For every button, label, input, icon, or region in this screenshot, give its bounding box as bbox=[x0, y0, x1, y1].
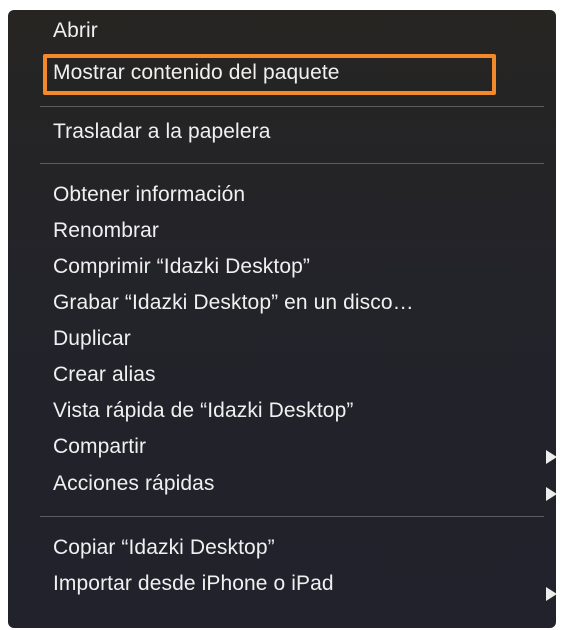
highlight-outline bbox=[43, 54, 496, 95]
menu-item-compartir[interactable]: Compartir bbox=[53, 431, 146, 463]
menu-item-crear-alias[interactable]: Crear alias bbox=[53, 359, 156, 391]
context-menu: Abrir Mostrar contenido del paquete Tras… bbox=[8, 10, 556, 628]
menu-item-obtener-informacion[interactable]: Obtener información bbox=[53, 179, 245, 211]
menu-item-copiar[interactable]: Copiar “Idazki Desktop” bbox=[53, 532, 275, 564]
chevron-right-icon bbox=[546, 450, 556, 464]
menu-item-comprimir[interactable]: Comprimir “Idazki Desktop” bbox=[53, 251, 310, 283]
menu-separator bbox=[40, 516, 544, 517]
menu-item-renombrar[interactable]: Renombrar bbox=[53, 215, 159, 247]
menu-item-acciones-rapidas[interactable]: Acciones rápidas bbox=[53, 468, 215, 500]
menu-item-vista-rapida[interactable]: Vista rápida de “Idazki Desktop” bbox=[53, 395, 353, 427]
menu-item-abrir[interactable]: Abrir bbox=[53, 15, 98, 47]
menu-separator bbox=[40, 163, 544, 164]
chevron-right-icon bbox=[546, 587, 556, 601]
menu-item-trasladar-a-la-papelera[interactable]: Trasladar a la papelera bbox=[53, 116, 270, 148]
menu-separator bbox=[40, 106, 544, 107]
chevron-right-icon bbox=[546, 487, 556, 501]
menu-item-grabar-en-disco[interactable]: Grabar “Idazki Desktop” en un disco… bbox=[53, 287, 414, 319]
menu-item-duplicar[interactable]: Duplicar bbox=[53, 323, 131, 355]
menu-item-importar-desde-iphone-o-ipad[interactable]: Importar desde iPhone o iPad bbox=[53, 568, 334, 600]
